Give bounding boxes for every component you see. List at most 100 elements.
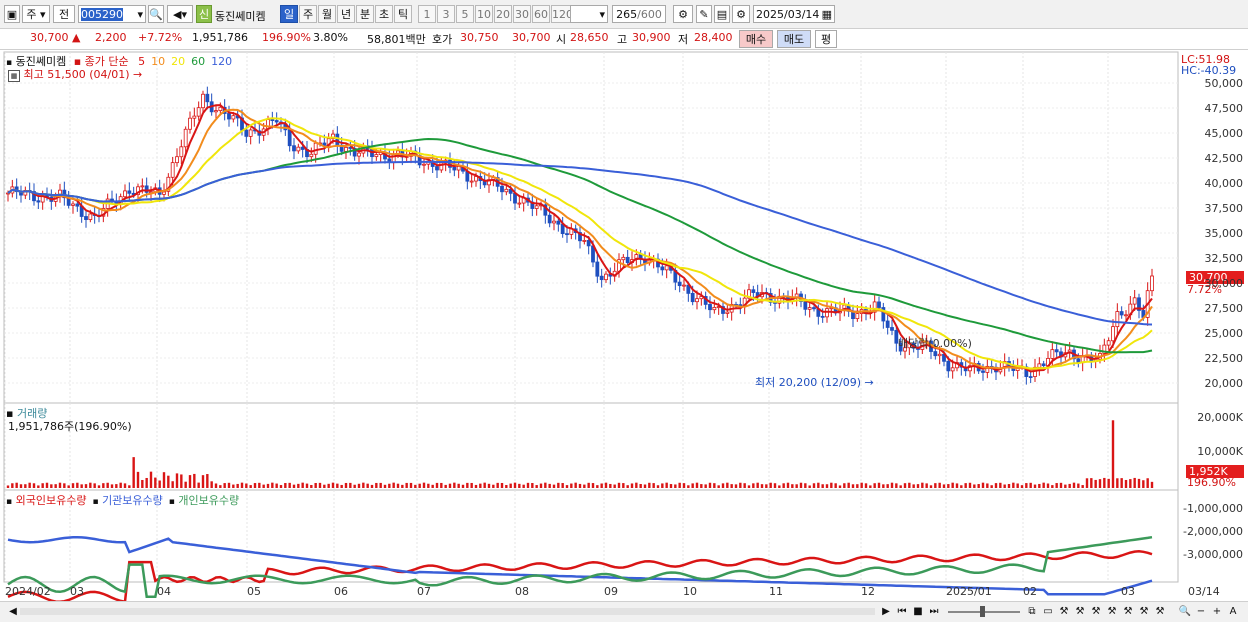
search-icon[interactable]: 🔍 [148, 5, 164, 23]
volume-bar [102, 483, 105, 488]
volume-bar [1025, 483, 1028, 488]
draw-icon[interactable]: ✎ [696, 5, 712, 23]
date-field[interactable]: 2025/03/14 ▦ [753, 5, 835, 23]
scroll-right-icon[interactable]: ▶ [879, 605, 893, 619]
volume-bar [942, 484, 946, 488]
volume-bar [700, 484, 703, 488]
candle [335, 133, 340, 146]
volume-bar [24, 484, 27, 488]
volume-bar [916, 484, 920, 488]
count-button-30[interactable]: 30 [513, 5, 531, 23]
candle [599, 275, 604, 281]
period-button-3[interactable]: 년 [337, 5, 355, 23]
yticks-hold-tick: -2,000,000 [1183, 525, 1243, 538]
volume-bar [1059, 482, 1063, 488]
ma-period-20[interactable]: 20 [171, 55, 185, 68]
volume-bar [240, 482, 244, 488]
volume-bar [674, 484, 677, 488]
candle [1106, 340, 1111, 346]
candle [456, 166, 461, 171]
tool5-icon[interactable]: ⚒ [1121, 605, 1135, 619]
zoom-icon[interactable]: 🔍 [1178, 605, 1192, 619]
volume-bar [310, 485, 313, 488]
period-button-6[interactable]: 틱 [394, 5, 412, 23]
period-button-1[interactable]: 주 [299, 5, 317, 23]
period-button-5[interactable]: 초 [375, 5, 393, 23]
volume-bar [1051, 485, 1054, 488]
count-button-120[interactable]: 120 [551, 5, 573, 23]
scroll-left-icon[interactable]: ◀ [6, 605, 20, 619]
volume-bar [492, 484, 495, 488]
holding-legend-item-0: ▪ 외국인보유수량 [6, 494, 87, 507]
volume-bar [1098, 479, 1102, 488]
buy-button[interactable]: 매수 [739, 30, 773, 48]
ma-period-120[interactable]: 120 [211, 55, 232, 68]
volume-bar [50, 484, 53, 488]
code-input[interactable]: 005290 ▾ [78, 5, 146, 23]
volume-bar [570, 483, 573, 488]
zoom-in-icon[interactable]: + [1210, 605, 1224, 619]
scroll-track[interactable] [20, 608, 875, 615]
candle [1115, 311, 1120, 328]
stop-icon[interactable]: ■ [911, 605, 925, 619]
compare-icon[interactable]: ⧉ [1025, 605, 1039, 619]
rewind-icon[interactable]: ⏮ [895, 605, 909, 619]
tool6-icon[interactable]: ⚒ [1137, 605, 1151, 619]
stock-chart[interactable] [0, 50, 1248, 601]
count-button-20[interactable]: 20 [494, 5, 512, 23]
window-icon[interactable]: ▣ [4, 5, 20, 23]
count-button-5[interactable]: 5 [456, 5, 474, 23]
chart-settings-icon[interactable]: ⚙ [673, 5, 693, 23]
candle [452, 166, 457, 171]
tool2-icon[interactable]: ⚒ [1073, 605, 1087, 619]
candle [712, 307, 717, 311]
yticks-price-tick: 40,000 [1204, 177, 1244, 190]
tool3-icon[interactable]: ⚒ [1089, 605, 1103, 619]
volume-bar [388, 483, 391, 488]
volume-bar [297, 483, 300, 488]
volume-bar [817, 482, 820, 488]
volume-bar [1029, 482, 1032, 488]
period-button-2[interactable]: 월 [318, 5, 336, 23]
ma-period-60[interactable]: 60 [191, 55, 205, 68]
volume-bar [180, 474, 183, 488]
volume-bar [691, 483, 694, 488]
eval-button[interactable]: 평 [815, 30, 837, 48]
tool4-icon[interactable]: ⚒ [1105, 605, 1119, 619]
quote-change: 2,200 [95, 31, 127, 44]
count-select[interactable]: ▾ [570, 5, 608, 23]
x-axis-label: 03 [70, 585, 84, 598]
count-button-10[interactable]: 10 [475, 5, 493, 23]
tool-icon[interactable]: ⚒ [1057, 605, 1071, 619]
volume-bar [1055, 483, 1058, 488]
candle [556, 220, 561, 225]
high-note: ▦ 최고 51,500 (04/01) → [8, 66, 142, 82]
tool7-icon[interactable]: ⚒ [1153, 605, 1167, 619]
font-size-icon[interactable]: A [1226, 605, 1240, 619]
volume-bar [6, 485, 10, 488]
candle [357, 152, 361, 157]
volume-bar [791, 484, 794, 488]
forward-icon[interactable]: ⏭ [927, 605, 941, 619]
zoom-out-icon[interactable]: − [1194, 605, 1208, 619]
range-field[interactable]: 265/600 [612, 5, 666, 23]
view-select[interactable]: 주 ▾ [22, 5, 50, 23]
save-icon[interactable]: ▤ [714, 5, 730, 23]
grid-icon[interactable]: ▦ [8, 70, 20, 82]
ma-period-10[interactable]: 10 [151, 55, 165, 68]
count-button-60[interactable]: 60 [532, 5, 550, 23]
gear-icon[interactable]: ⚙ [732, 5, 750, 23]
count-button-3[interactable]: 3 [437, 5, 455, 23]
period-button-4[interactable]: 분 [356, 5, 374, 23]
count-button-1[interactable]: 1 [418, 5, 436, 23]
x-axis-label: 04 [157, 585, 171, 598]
volume-bar [934, 483, 937, 488]
sell-button[interactable]: 매도 [777, 30, 811, 48]
period-button-0[interactable]: 일 [280, 5, 298, 23]
layout-icon[interactable]: ▭ [1041, 605, 1055, 619]
zoom-slider-handle[interactable] [980, 606, 985, 617]
prev-button[interactable]: 전 [53, 5, 75, 23]
candle [218, 106, 223, 111]
speaker-icon[interactable]: ◀▾ [167, 5, 193, 23]
volume-bar [496, 482, 499, 488]
